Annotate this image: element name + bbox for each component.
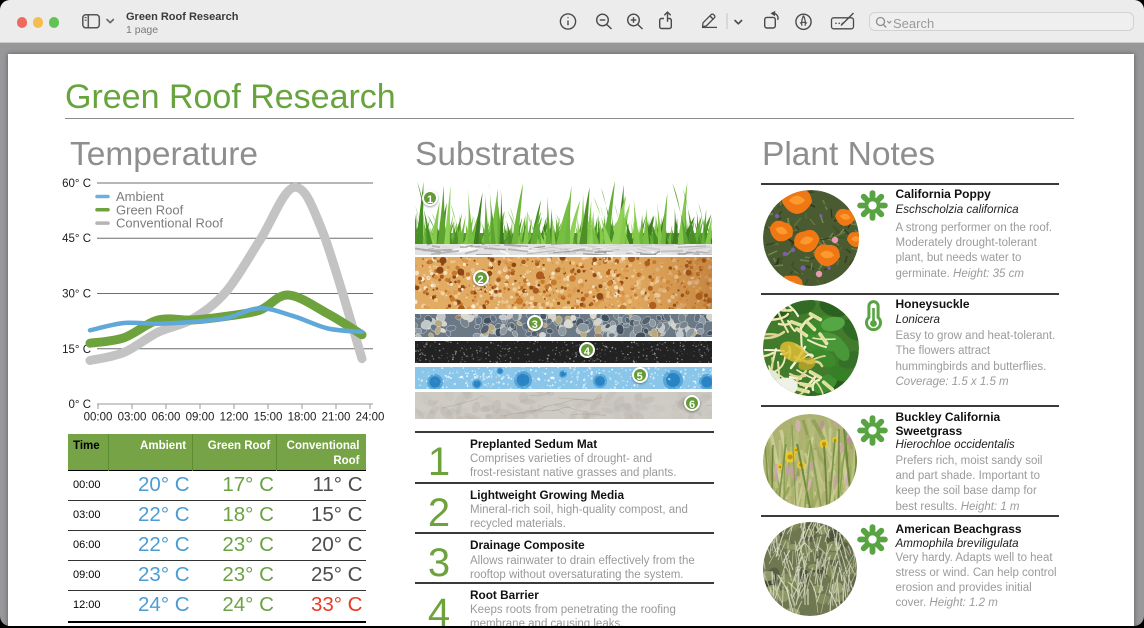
svg-text:Conventional Roof: Conventional Roof [116,216,223,231]
svg-text:18:00: 18:00 [288,412,317,424]
svg-text:45° C: 45° C [62,233,91,245]
svg-text:00:00: 00:00 [84,412,113,424]
svg-text:21:00: 21:00 [322,412,351,424]
svg-text:60° C: 60° C [62,178,91,190]
svg-text:12:00: 12:00 [220,412,249,424]
svg-text:0° C: 0° C [69,399,92,411]
svg-text:09:00: 09:00 [186,412,215,424]
svg-text:03:00: 03:00 [118,412,147,424]
svg-text:06:00: 06:00 [152,412,181,424]
svg-text:24:00: 24:00 [356,412,385,424]
svg-text:30° C: 30° C [62,289,91,301]
svg-text:15:00: 15:00 [254,412,283,424]
